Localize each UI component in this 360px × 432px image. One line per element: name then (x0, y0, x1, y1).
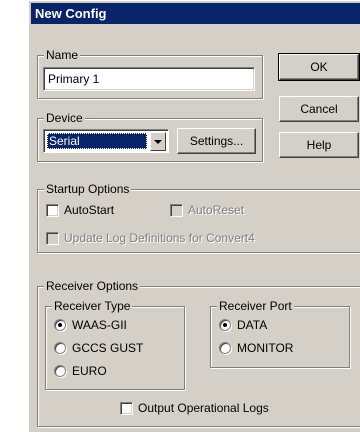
radio-button[interactable] (54, 319, 66, 331)
update-log-definitions-label: Update Log Definitions for Convert4 (64, 231, 255, 245)
dropdown-arrow-button[interactable] (150, 132, 166, 151)
autostart-checkbox[interactable]: AutoStart (46, 203, 114, 217)
name-legend: Name (44, 47, 81, 63)
receiver-type-legend: Receiver Type (52, 298, 133, 314)
receiver-port-legend: Receiver Port (217, 298, 294, 314)
receiver-type-waas-gii-radio[interactable]: WAAS-GII (54, 318, 127, 332)
update-log-definitions-checkbox[interactable]: Update Log Definitions for Convert4 (46, 231, 255, 245)
name-input[interactable]: Primary 1 (43, 67, 255, 91)
autoreset-checkbox[interactable]: AutoReset (170, 203, 244, 217)
help-button-label: Help (306, 138, 332, 152)
ok-button-label: OK (310, 60, 328, 74)
dialog-title[interactable]: New Config (31, 3, 360, 24)
checkbox-box[interactable] (120, 401, 133, 415)
receiver-port-data-radio[interactable]: DATA (219, 318, 267, 332)
radio-button[interactable] (219, 319, 231, 331)
radio-button[interactable] (54, 365, 66, 377)
receiver-type-option-label: EURO (72, 364, 107, 378)
receiver-type-option-label: GCCS GUST (72, 341, 144, 355)
name-groupbox: Name Primary 1 (37, 47, 263, 99)
receiver-port-monitor-radio[interactable]: MONITOR (219, 341, 293, 355)
radio-button[interactable] (219, 342, 231, 354)
device-legend: Device (44, 110, 85, 126)
receiver-options-groupbox: Receiver Options Receiver Type WAAS-GII … (37, 278, 360, 427)
startup-options-groupbox: Startup Options AutoStart AutoReset Upda… (37, 181, 360, 253)
radio-button[interactable] (54, 342, 66, 354)
receiver-options-legend: Receiver Options (44, 278, 141, 294)
help-button[interactable]: Help (279, 132, 359, 158)
settings-button-label: Settings... (189, 134, 244, 148)
receiver-port-option-label: MONITOR (237, 341, 294, 355)
receiver-port-groupbox: Receiver Port DATA MONITOR (210, 298, 350, 368)
checkbox-box[interactable] (170, 203, 183, 217)
autostart-label: AutoStart (64, 203, 115, 217)
receiver-port-option-label: DATA (237, 318, 268, 332)
output-operational-logs-checkbox[interactable]: Output Operational Logs (120, 401, 269, 415)
device-groupbox: Device Serial Settings... (37, 110, 263, 162)
checkbox-box[interactable] (46, 231, 59, 245)
output-operational-logs-label: Output Operational Logs (138, 401, 269, 415)
settings-button[interactable]: Settings... (177, 128, 256, 154)
cancel-button[interactable]: Cancel (279, 96, 359, 122)
startup-options-legend: Startup Options (44, 181, 132, 197)
ok-button[interactable]: OK (278, 53, 360, 81)
new-config-dialog: New Config Name Primary 1 Device Serial … (28, 0, 360, 432)
receiver-type-gccs-gust-radio[interactable]: GCCS GUST (54, 341, 143, 355)
receiver-type-groupbox: Receiver Type WAAS-GII GCCS GUST EURO (45, 298, 185, 390)
chevron-down-icon (154, 139, 162, 144)
device-select[interactable]: Serial (43, 129, 169, 153)
autoreset-label: AutoReset (188, 203, 245, 217)
checkbox-box[interactable] (46, 203, 59, 217)
cancel-button-label: Cancel (300, 102, 338, 116)
receiver-type-euro-radio[interactable]: EURO (54, 364, 107, 378)
receiver-type-option-label: WAAS-GII (72, 318, 127, 332)
device-selected-value: Serial (47, 133, 147, 149)
